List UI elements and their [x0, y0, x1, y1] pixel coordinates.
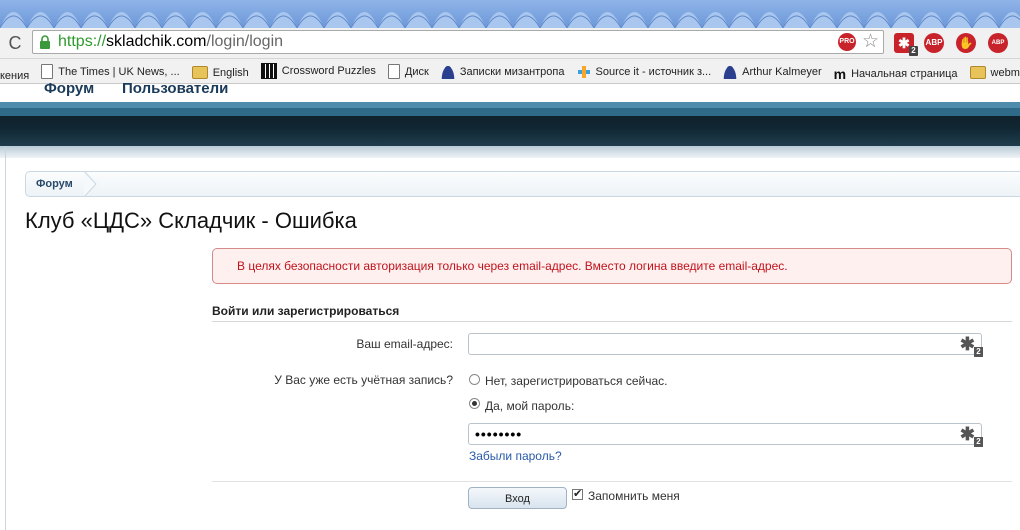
- bookmark-label: кения: [0, 70, 30, 82]
- email-label: Ваш email-адрес:: [356, 337, 453, 351]
- lock-icon: [40, 35, 50, 49]
- bookmark-label: webm: [990, 66, 1020, 79]
- bookmark-item[interactable]: Crossword Puzzles: [260, 59, 376, 83]
- lastpass-field-icon-2[interactable]: ✱ 2: [960, 425, 983, 447]
- bookmark-label: The Times | UK News, ...: [58, 65, 180, 78]
- bookmark-item[interactable]: Arthur Kalmeyer: [723, 60, 822, 83]
- folder-icon: [191, 66, 208, 79]
- bookmark-label: Записки мизантропа: [459, 66, 565, 78]
- bookmark-item[interactable]: m Начальная страница: [833, 62, 958, 83]
- bookmark-label: Диск: [404, 65, 429, 78]
- bookmark-label: Начальная страница: [851, 68, 958, 80]
- lastpass-icon[interactable]: ✱ 2: [894, 33, 918, 56]
- lastpass-field-count: 2: [974, 347, 983, 357]
- person-icon: [723, 65, 738, 79]
- login-section-header: Войти или зарегистрироваться: [212, 304, 400, 318]
- breadcrumb-arrow-icon: [84, 171, 97, 197]
- bookmark-label: Source it - источник з...: [595, 66, 712, 78]
- forgot-password-link[interactable]: Забыли пароль?: [469, 449, 562, 463]
- breadcrumb-forum[interactable]: Форум: [36, 178, 73, 190]
- radio-register-label[interactable]: Нет, зарегистрироваться сейчас.: [485, 374, 667, 388]
- header-shadow: [0, 146, 1020, 158]
- adblock-icon[interactable]: ABP: [988, 33, 1008, 53]
- remember-me-label[interactable]: Запомнить меня: [588, 489, 680, 503]
- radio-password-label[interactable]: Да, мой пароль:: [485, 399, 574, 413]
- email-field[interactable]: ✱ 2: [468, 333, 983, 357]
- radio-register[interactable]: [469, 374, 480, 385]
- lastpass-field-count-2: 2: [974, 437, 983, 447]
- lastpass-badge: 2: [909, 46, 918, 56]
- page-icon: [387, 64, 400, 79]
- login-button[interactable]: Вход: [468, 487, 567, 509]
- error-box: В целях безопасности авторизация только …: [212, 248, 1012, 284]
- page-title: Клуб «ЦДС» Складчик - Ошибка: [25, 208, 357, 233]
- bookmark-label: Crossword Puzzles: [281, 65, 376, 77]
- bookmark-label: Arthur Kalmeyer: [742, 66, 822, 78]
- account-question-label: У Вас уже есть учётная запись?: [274, 373, 453, 387]
- address-bar[interactable]: https://skladchik.com/login/login PRO ☆: [32, 30, 884, 54]
- bookmark-star-icon[interactable]: ☆: [862, 31, 879, 53]
- form-footer-divider: [212, 481, 1012, 482]
- bookmark-item[interactable]: Диск: [387, 60, 429, 84]
- remember-me-checkbox[interactable]: [572, 487, 583, 500]
- breadcrumb: Форум: [25, 171, 1020, 197]
- forum-nav: Форум Пользователи: [0, 80, 1020, 102]
- bookmark-item[interactable]: Source it - источник з...: [576, 60, 712, 83]
- email-input[interactable]: [469, 334, 961, 354]
- header-band-highlight: [0, 102, 1020, 108]
- password-input[interactable]: [469, 424, 961, 444]
- radio-password[interactable]: [469, 398, 480, 409]
- lastpass-field-icon[interactable]: ✱ 2: [960, 335, 983, 357]
- reload-icon[interactable]: C: [4, 32, 26, 54]
- m-icon: m: [833, 66, 847, 82]
- adblock-plus-icon[interactable]: ABP: [924, 33, 944, 53]
- nav-forum-link[interactable]: Форум: [44, 80, 94, 97]
- bookmark-label: English: [212, 66, 249, 79]
- page-icon: [41, 64, 54, 79]
- content-left-border: [5, 146, 6, 530]
- bookmark-item[interactable]: кения: [0, 64, 30, 83]
- stop-hand-icon[interactable]: ✋: [956, 33, 976, 53]
- pro-extension-icon[interactable]: PRO: [838, 33, 856, 51]
- person-icon: [440, 65, 455, 79]
- nav-users-link[interactable]: Пользователи: [122, 80, 228, 97]
- source-icon: [576, 65, 591, 79]
- url-text[interactable]: https://skladchik.com/login/login: [58, 33, 283, 51]
- error-message: В целях безопасности авторизация только …: [237, 259, 788, 273]
- grid-icon: [260, 63, 277, 79]
- tab-strip: [0, 0, 1020, 28]
- header-band: [0, 102, 1020, 146]
- folder-icon: [969, 66, 986, 79]
- section-divider: [212, 321, 1012, 322]
- password-field[interactable]: ✱2: [468, 423, 983, 447]
- bookmark-item[interactable]: webm: [969, 61, 1020, 84]
- browser-toolbar: C https://skladchik.com/login/login PRO …: [0, 28, 1020, 59]
- bookmark-item[interactable]: Записки мизантропа: [440, 60, 565, 83]
- tab-strip-pattern: [0, 0, 1020, 28]
